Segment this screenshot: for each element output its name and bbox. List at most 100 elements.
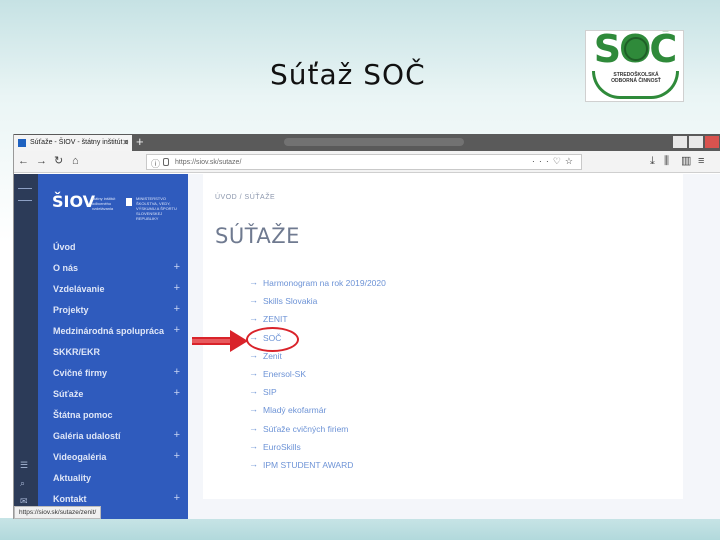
- logo-caption: STREDOŠKOLSKÁ ODBORNÁ ČINNOSŤ: [611, 72, 661, 84]
- breadcrumb[interactable]: ÚVOD / SÚŤAŽE: [215, 194, 275, 201]
- siov-logo[interactable]: ŠIOV: [52, 192, 95, 211]
- sidebar-item-label: Súťaže: [53, 389, 84, 399]
- accessibility-icon[interactable]: ☰: [20, 460, 28, 471]
- slide-title: Súťaž SOČ: [270, 58, 426, 91]
- window-controls: [672, 134, 720, 151]
- arrow-right-icon: →: [249, 422, 258, 433]
- close-icon[interactable]: ✕: [122, 138, 129, 147]
- competition-link[interactable]: → Mladý ekofarmár: [249, 404, 386, 423]
- arrow-right-icon: →: [249, 404, 258, 415]
- sidebar-item-label: Projekty: [53, 305, 89, 315]
- minimize-button[interactable]: [673, 136, 687, 148]
- sidebar-item[interactable]: Štátna pomoc: [38, 404, 188, 425]
- competition-link[interactable]: → Harmonogram na rok 2019/2020: [249, 277, 386, 296]
- plus-icon[interactable]: +: [174, 303, 180, 315]
- competition-link[interactable]: → SIP: [249, 386, 386, 405]
- siov-subtitle: štátny inštitút odborného vzdelávania: [92, 196, 116, 211]
- red-arrow-icon: [192, 330, 248, 352]
- plus-icon[interactable]: +: [174, 261, 180, 273]
- emblem-icon: [126, 198, 132, 206]
- sidebar-item[interactable]: Galéria udalostí +: [38, 425, 188, 446]
- sidebar-item[interactable]: O nás +: [38, 257, 188, 278]
- arrow-right-icon: →: [249, 277, 258, 287]
- close-window-button[interactable]: [705, 136, 719, 148]
- divider: [18, 188, 32, 189]
- competition-link[interactable]: → Súťaže cvičných firiem: [249, 422, 386, 442]
- competition-list: → Harmonogram na rok 2019/2020 → Skills Slo…: [249, 277, 386, 478]
- competition-link-label: EuroSkills: [263, 441, 301, 452]
- sidebar-item[interactable]: Aktuality: [38, 467, 188, 488]
- library-icon[interactable]: ⫼: [664, 155, 669, 167]
- page-title: SÚŤAŽE: [215, 224, 300, 248]
- competition-link-label: ZENIT: [263, 314, 288, 325]
- info-icon[interactable]: ⓘ: [151, 157, 160, 170]
- tab-bar: Súťaže - ŠIOV - štátny inštitút o ✕ +: [14, 134, 720, 151]
- plus-icon[interactable]: +: [174, 429, 180, 441]
- competition-link-label: SIP: [263, 387, 277, 398]
- highlight-circle: [246, 327, 299, 352]
- arrow-right-icon: →: [249, 458, 258, 469]
- sidebar-item-label: Medzinárodná spolupráca: [53, 326, 165, 336]
- sidebar-item-label: O nás: [53, 263, 79, 273]
- sidebar-item[interactable]: Medzinárodná spolupráca +: [38, 320, 188, 341]
- ministry-subtitle: MINISTERSTVO ŠKOLSTVA, VEDY, VÝSKUMU A Š…: [136, 196, 177, 221]
- plus-icon[interactable]: +: [174, 282, 180, 294]
- competition-link[interactable]: → EuroSkills: [249, 441, 386, 460]
- sidebar-item[interactable]: Súťaže +: [38, 383, 188, 404]
- plus-icon[interactable]: +: [174, 366, 180, 378]
- competition-link[interactable]: → Enersol-SK: [249, 368, 386, 387]
- arrow-right-icon: →: [249, 313, 258, 324]
- plus-icon[interactable]: +: [174, 324, 180, 336]
- competition-link-label: Zenit: [263, 350, 282, 361]
- globe-icon: [624, 37, 648, 61]
- competition-link-label: Enersol-SK: [263, 368, 306, 379]
- sidebar-item[interactable]: SKKR/EKR: [38, 341, 188, 362]
- sidebar-item-label: Vzdelávanie: [53, 284, 105, 294]
- page-actions-icon[interactable]: ···♡☆: [532, 156, 577, 167]
- sidebar-item-label: Kontakt: [53, 494, 87, 504]
- navigation-bar: ← → ↻ ⌂ ⓘ https://siov.sk/sutaze/ ···♡☆ …: [14, 151, 720, 173]
- plus-icon[interactable]: +: [174, 492, 180, 504]
- maximize-button[interactable]: [689, 136, 703, 148]
- arrow-right-icon: →: [249, 349, 258, 360]
- arrow-right-icon: →: [249, 386, 258, 397]
- menu-icon[interactable]: ≡: [698, 155, 704, 167]
- reload-icon[interactable]: ↻: [54, 155, 63, 167]
- competition-link-label: Harmonogram na rok 2019/2020: [263, 278, 386, 288]
- sidebar-item-label: Aktuality: [53, 473, 92, 483]
- sidebar-item-label: Štátna pomoc: [53, 410, 113, 420]
- sidebar-item[interactable]: Úvod: [38, 236, 188, 257]
- sidebar-icon[interactable]: ▥: [681, 155, 691, 167]
- url-text: https://siov.sk/sutaze/: [175, 159, 242, 166]
- browser-tab[interactable]: Súťaže - ŠIOV - štátny inštitút o ✕: [14, 135, 132, 151]
- status-url: https://siov.sk/sutaze/zenit/: [14, 506, 102, 519]
- left-toolbar: ☰ ⌕ ✉: [14, 174, 38, 519]
- divider: [18, 200, 32, 201]
- url-bar[interactable]: ⓘ https://siov.sk/sutaze/ ···♡☆: [146, 154, 582, 170]
- sidebar-item-label: Videogaléria: [53, 452, 107, 462]
- sidebar-item[interactable]: Cvičné firmy +: [38, 362, 188, 383]
- lock-icon: [163, 158, 169, 166]
- download-icon[interactable]: ⤓: [650, 155, 655, 167]
- sidebar-item[interactable]: Vzdelávanie +: [38, 278, 188, 299]
- soc-logo: SOČ STREDOŠKOLSKÁ ODBORNÁ ČINNOSŤ: [585, 30, 684, 102]
- sidebar-item-label: SKKR/EKR: [53, 347, 101, 357]
- competition-link-label: IPM STUDENT AWARD: [263, 459, 354, 470]
- competition-link-label: Mladý ekofarmár: [263, 405, 327, 416]
- competition-link-label: Súťaže cvičných firiem: [263, 423, 349, 434]
- new-tab-button[interactable]: +: [136, 134, 144, 150]
- competition-link[interactable]: → Skills Slovakia: [249, 295, 386, 314]
- tab-title: Súťaže - ŠIOV - štátny inštitút o: [30, 139, 129, 146]
- plus-icon[interactable]: +: [174, 387, 180, 399]
- competition-link[interactable]: → IPM STUDENT AWARD: [249, 458, 386, 478]
- sidebar-item[interactable]: Videogaléria +: [38, 446, 188, 467]
- home-icon[interactable]: ⌂: [72, 155, 79, 167]
- back-icon[interactable]: ←: [18, 155, 29, 167]
- competition-link[interactable]: → Zenit: [249, 349, 386, 369]
- plus-icon[interactable]: +: [174, 450, 180, 462]
- sidebar-item-label: Úvod: [53, 242, 76, 252]
- search-icon[interactable]: ⌕: [20, 478, 25, 489]
- sidebar-item[interactable]: Projekty +: [38, 299, 188, 320]
- sidebar-menu: Úvod O nás + Vzdelávanie + Projekty + Medzináro…: [38, 236, 188, 509]
- forward-icon[interactable]: →: [36, 155, 47, 167]
